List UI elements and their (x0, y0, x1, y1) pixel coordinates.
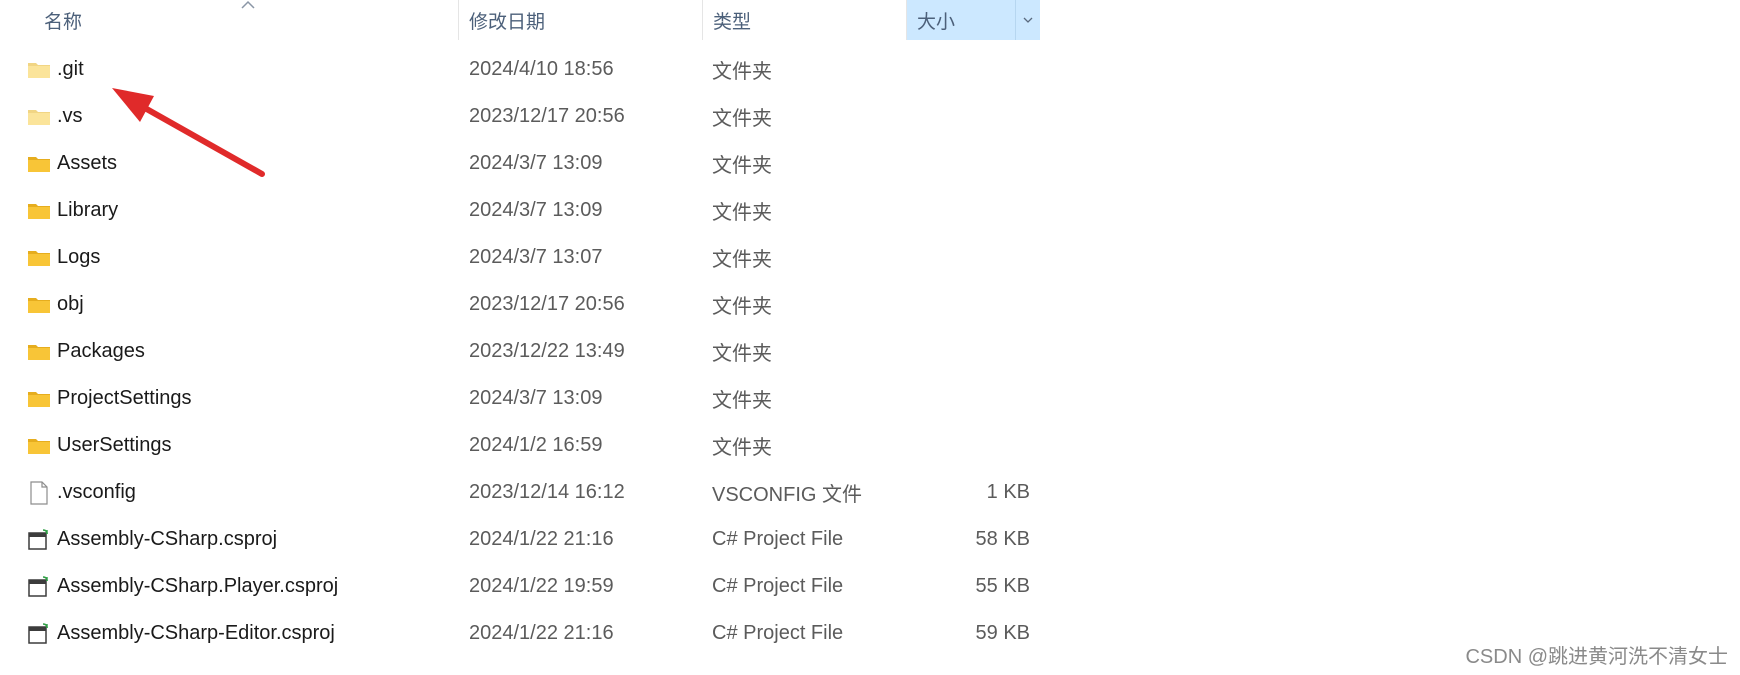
folder-icon (26, 375, 52, 422)
file-name: obj (57, 293, 84, 315)
folder-hidden-icon (26, 46, 52, 93)
file-date: 2024/3/7 13:09 (469, 387, 603, 409)
file-date: 2024/1/22 21:16 (469, 528, 614, 550)
file-date: 2024/3/7 13:09 (469, 152, 603, 174)
file-row[interactable]: obj 2023/12/17 20:56 文件夹 (0, 281, 1040, 328)
file-size: 59 KB (975, 622, 1030, 644)
file-size (906, 93, 1030, 140)
file-name: .vsconfig (57, 481, 136, 503)
folder-icon (26, 234, 52, 281)
file-name: Logs (57, 246, 101, 268)
column-header-size[interactable]: 大小 (906, 0, 1040, 40)
file-type: C# Project File (712, 622, 844, 644)
file-type: 文件夹 (712, 249, 772, 271)
file-size (906, 234, 1030, 281)
file-date: 2024/3/7 13:07 (469, 246, 603, 268)
column-header-name-label: 名称 (44, 11, 83, 33)
file-name: Packages (57, 340, 145, 362)
csproj-icon (26, 563, 52, 610)
watermark: CSDN @跳进黄河洗不清女士 (1465, 646, 1728, 668)
column-header-size-label: 大小 (917, 11, 956, 33)
file-type: 文件夹 (712, 437, 772, 459)
file-row[interactable]: Logs 2024/3/7 13:07 文件夹 (0, 234, 1040, 281)
column-header: 名称 修改日期 类型 大小 (0, 0, 1740, 40)
file-size (906, 46, 1030, 93)
column-header-type-label: 类型 (713, 11, 752, 33)
file-date: 2023/12/17 20:56 (469, 293, 625, 315)
file-row[interactable]: Assets 2024/3/7 13:09 文件夹 (0, 140, 1040, 187)
folder-hidden-icon (26, 93, 52, 140)
file-size (906, 422, 1030, 469)
file-size (906, 187, 1030, 234)
file-name: Assembly-CSharp.Player.csproj (57, 575, 339, 597)
file-type: 文件夹 (712, 390, 772, 412)
folder-icon (26, 187, 52, 234)
column-header-date[interactable]: 修改日期 (458, 0, 702, 40)
file-explorer-view: 名称 修改日期 类型 大小 .git 2024/4/10 18:56 文件夹 .vs 2… (0, 0, 1740, 675)
file-row[interactable]: Assembly-CSharp-Editor.csproj 2024/1/22 2… (0, 610, 1040, 657)
file-size (906, 328, 1030, 375)
file-type: C# Project File (712, 528, 844, 550)
csproj-icon (26, 516, 52, 563)
file-name: Assets (57, 152, 118, 174)
file-name: .vs (57, 105, 83, 127)
file-name: Assembly-CSharp.csproj (57, 528, 278, 550)
file-size: 1 KB (986, 481, 1030, 503)
file-name: Library (57, 199, 119, 221)
file-type: 文件夹 (712, 108, 772, 130)
file-row[interactable]: UserSettings 2024/1/2 16:59 文件夹 (0, 422, 1040, 469)
file-date: 2024/1/22 21:16 (469, 622, 614, 644)
column-header-name[interactable]: 名称 (34, 0, 458, 40)
csproj-icon (26, 610, 52, 657)
folder-icon (26, 281, 52, 328)
file-row[interactable]: .vsconfig 2023/12/14 16:12 VSCONFIG 文件 1 KB (0, 469, 1040, 516)
column-filter-dropdown[interactable] (1015, 0, 1040, 40)
file-row[interactable]: Assembly-CSharp.csproj 2024/1/22 21:16 C# … (0, 516, 1040, 563)
file-date: 2023/12/22 13:49 (469, 340, 625, 362)
file-date: 2024/3/7 13:09 (469, 199, 603, 221)
file-type: 文件夹 (712, 61, 772, 83)
file-name: UserSettings (57, 434, 172, 456)
file-name: ProjectSettings (57, 387, 192, 409)
file-type: 文件夹 (712, 296, 772, 318)
chevron-down-icon (1023, 17, 1033, 23)
file-type: C# Project File (712, 575, 844, 597)
file-row[interactable]: Library 2024/3/7 13:09 文件夹 (0, 187, 1040, 234)
file-date: 2024/1/22 19:59 (469, 575, 614, 597)
file-name: .git (57, 58, 84, 80)
folder-icon (26, 422, 52, 469)
file-size (906, 375, 1030, 422)
file-type: 文件夹 (712, 343, 772, 365)
folder-icon (26, 328, 52, 375)
file-size (906, 140, 1030, 187)
file-type: 文件夹 (712, 202, 772, 224)
file-size: 58 KB (975, 528, 1030, 550)
file-date: 2024/1/2 16:59 (469, 434, 603, 456)
file-date: 2024/4/10 18:56 (469, 58, 614, 80)
file-row[interactable]: Packages 2023/12/22 13:49 文件夹 (0, 328, 1040, 375)
file-icon (26, 469, 52, 516)
file-size (906, 281, 1030, 328)
file-date: 2023/12/14 16:12 (469, 481, 625, 503)
file-date: 2023/12/17 20:56 (469, 105, 625, 127)
file-type: VSCONFIG 文件 (712, 484, 863, 506)
file-name: Assembly-CSharp-Editor.csproj (57, 622, 335, 644)
folder-icon (26, 140, 52, 187)
file-type: 文件夹 (712, 155, 772, 177)
column-header-type[interactable]: 类型 (702, 0, 906, 40)
column-header-date-label: 修改日期 (469, 11, 546, 33)
file-row[interactable]: Assembly-CSharp.Player.csproj 2024/1/22 1… (0, 563, 1040, 610)
file-row[interactable]: .git 2024/4/10 18:56 文件夹 (0, 46, 1040, 93)
file-row[interactable]: ProjectSettings 2024/3/7 13:09 文件夹 (0, 375, 1040, 422)
file-size: 55 KB (975, 575, 1030, 597)
file-row[interactable]: .vs 2023/12/17 20:56 文件夹 (0, 93, 1040, 140)
